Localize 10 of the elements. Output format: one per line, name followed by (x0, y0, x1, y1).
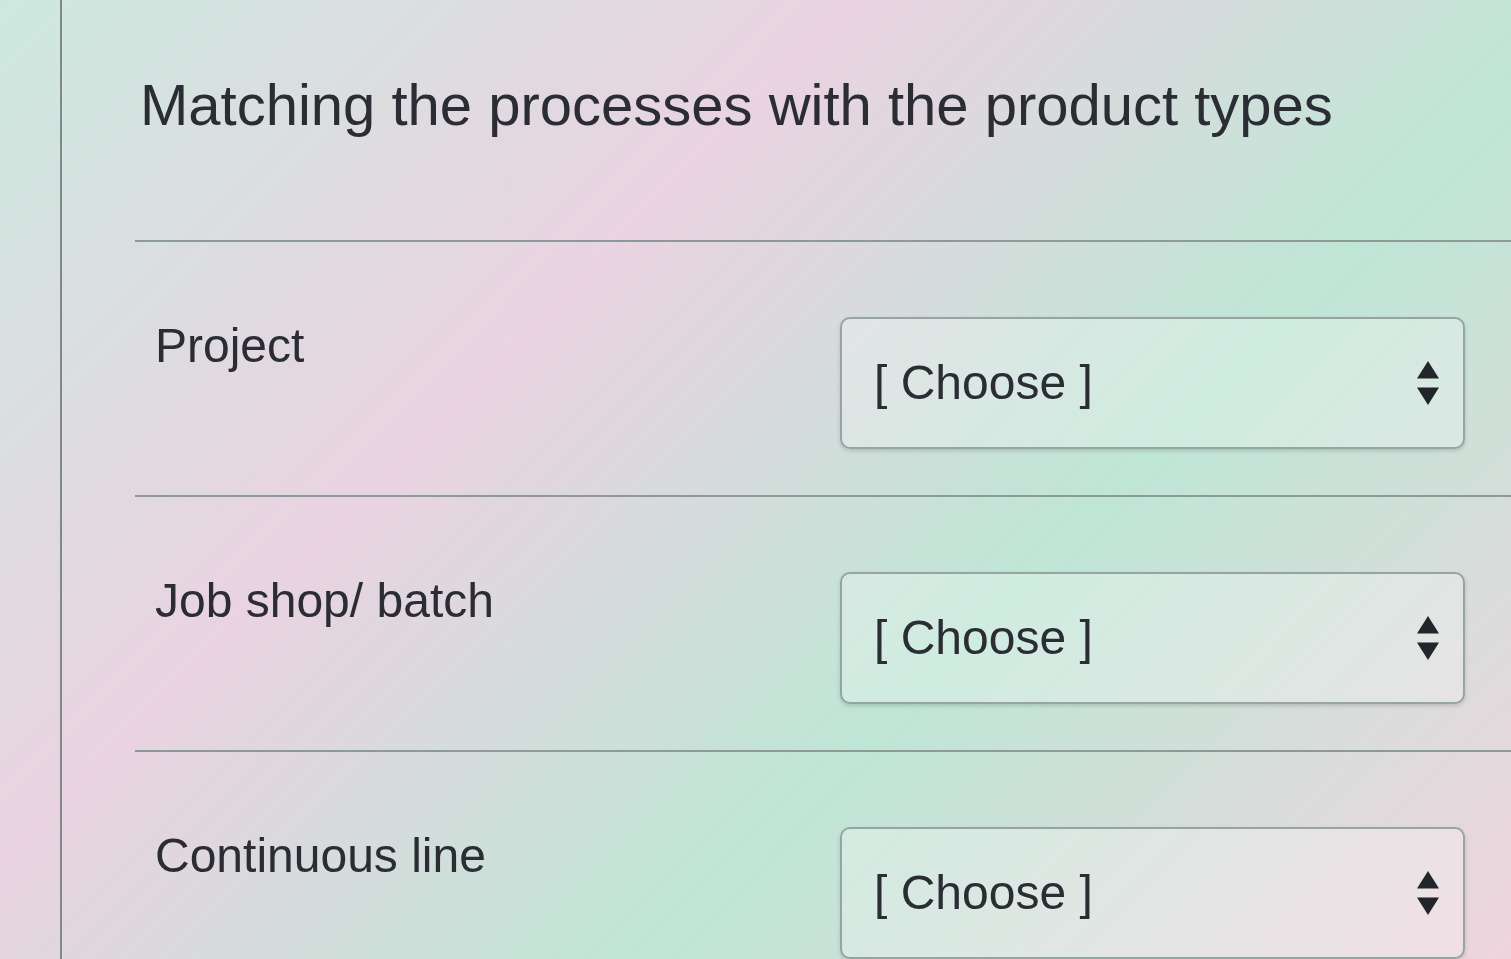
up-down-arrows-icon (1417, 361, 1439, 405)
choose-dropdown[interactable]: [ Choose ] (840, 317, 1465, 449)
item-label: Job shop/ batch (155, 574, 494, 627)
question-title: Matching the processes with the product types (140, 71, 1333, 139)
choose-dropdown[interactable]: [ Choose ] (840, 827, 1465, 959)
up-down-arrows-icon (1417, 616, 1439, 660)
up-down-arrows-icon (1417, 871, 1439, 915)
item-label: Project (155, 319, 305, 372)
item-label: Continuous line (155, 829, 486, 882)
choose-dropdown[interactable]: [ Choose ] (840, 572, 1465, 704)
